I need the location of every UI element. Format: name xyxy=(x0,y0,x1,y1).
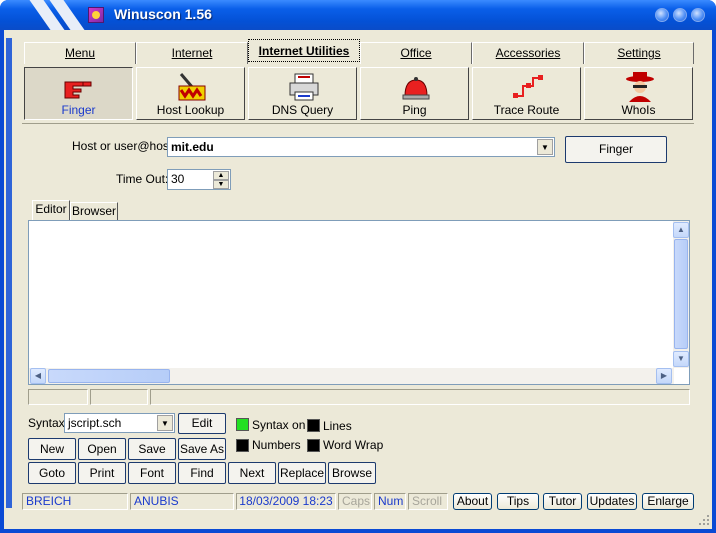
scroll-right-icon[interactable]: ▶ xyxy=(656,368,672,384)
stepper-up-icon[interactable]: ▲ xyxy=(213,171,229,180)
scroll-down-icon[interactable]: ▼ xyxy=(673,351,689,367)
window-frame-bottom xyxy=(0,529,716,533)
window-title: Winuscon 1.56 xyxy=(114,6,212,22)
tab-office[interactable]: Office xyxy=(360,42,472,64)
left-accent-strip xyxy=(6,494,12,508)
editor-status-pane xyxy=(28,389,88,405)
host-lookup-icon xyxy=(178,73,206,101)
vertical-scrollbar[interactable]: ▲ ▼ xyxy=(673,221,689,368)
window-frame-right xyxy=(712,30,716,533)
trace-route-tool-button[interactable]: Trace Route xyxy=(472,67,581,120)
about-button[interactable]: About xyxy=(453,493,492,510)
title-bar[interactable]: Winuscon 1.56 xyxy=(0,0,716,30)
numbers-label: Numbers xyxy=(252,438,301,452)
chevron-down-icon[interactable]: ▼ xyxy=(157,415,173,431)
maximize-button[interactable] xyxy=(673,8,687,22)
tab-internet[interactable]: Internet xyxy=(136,42,248,64)
tips-button[interactable]: Tips xyxy=(497,493,539,510)
host-value: mit.edu xyxy=(171,140,214,154)
tab-editor[interactable]: Editor xyxy=(32,200,70,220)
lines-checkbox[interactable] xyxy=(307,419,320,432)
tutor-button[interactable]: Tutor xyxy=(543,493,582,510)
detective-icon xyxy=(626,72,654,102)
find-button[interactable]: Find xyxy=(178,462,226,484)
save-button[interactable]: Save xyxy=(128,438,176,460)
syntax-combobox[interactable]: jscript.sch ▼ xyxy=(64,413,175,433)
enlarge-button[interactable]: Enlarge xyxy=(642,493,694,510)
dns-query-tool-button[interactable]: DNS Query xyxy=(248,67,357,120)
app-icon[interactable] xyxy=(88,7,104,23)
close-button[interactable] xyxy=(691,8,705,22)
ping-tool-button[interactable]: Ping xyxy=(360,67,469,120)
print-button[interactable]: Print xyxy=(78,462,126,484)
updates-button[interactable]: Updates xyxy=(587,493,637,510)
tool-label: Host Lookup xyxy=(156,103,225,117)
word-wrap-label: Word Wrap xyxy=(323,438,384,452)
scroll-thumb[interactable] xyxy=(674,239,688,349)
goto-button[interactable]: Goto xyxy=(28,462,76,484)
tab-menu[interactable]: Menu xyxy=(24,42,136,64)
finger-action-button[interactable]: Finger xyxy=(565,136,667,163)
tab-internet-utilities[interactable]: Internet Utilities xyxy=(248,39,360,62)
text-editor[interactable]: ▲ ▼ ◀ ▶ xyxy=(28,220,690,385)
tool-label: Trace Route xyxy=(493,103,560,117)
horizontal-scrollbar[interactable]: ◀ ▶ xyxy=(29,368,674,384)
replace-button[interactable]: Replace xyxy=(278,462,326,484)
host-lookup-tool-button[interactable]: Host Lookup xyxy=(136,67,245,120)
scroll-thumb[interactable] xyxy=(48,369,170,383)
status-scroll: Scroll xyxy=(408,493,448,510)
host-label: Host or user@host: xyxy=(72,139,176,153)
menu-tabs: Menu Internet Internet Utilities Office … xyxy=(22,39,694,64)
network-route-icon xyxy=(513,75,543,98)
finger-tool-button[interactable]: Finger xyxy=(24,67,133,120)
whois-tool-button[interactable]: WhoIs xyxy=(584,67,693,120)
next-button[interactable]: Next xyxy=(228,462,276,484)
stepper-down-icon[interactable]: ▼ xyxy=(213,180,229,189)
minimize-button[interactable] xyxy=(655,8,669,22)
edit-button[interactable]: Edit xyxy=(178,413,226,434)
status-bar: BREICH ANUBIS 18/03/2009 18:23 Caps Num … xyxy=(22,491,694,512)
syntax-on-checkbox[interactable] xyxy=(236,418,249,431)
browse-button[interactable]: Browse xyxy=(328,462,376,484)
tool-buttons: Finger Host Lookup DNS Query Ping Trace … xyxy=(24,67,694,120)
status-datetime: 18/03/2009 18:23 xyxy=(236,493,336,510)
scroll-left-icon[interactable]: ◀ xyxy=(30,368,46,384)
timeout-value: 30 xyxy=(171,172,185,186)
new-button[interactable]: New xyxy=(28,438,76,460)
save-as-button[interactable]: Save As xyxy=(178,438,226,460)
syntax-label: Syntax xyxy=(28,416,65,430)
tool-label: WhoIs xyxy=(621,103,656,117)
resize-grip-icon[interactable] xyxy=(698,514,710,526)
chevron-down-icon[interactable]: ▼ xyxy=(537,139,553,155)
timeout-stepper[interactable]: 30 ▲ ▼ xyxy=(167,169,231,190)
bell-icon xyxy=(402,77,430,100)
status-user: BREICH xyxy=(22,493,128,510)
status-num: Num xyxy=(374,493,406,510)
timeout-label: Time Out: xyxy=(116,172,169,186)
scroll-up-icon[interactable]: ▲ xyxy=(673,222,689,238)
status-caps: Caps xyxy=(338,493,372,510)
editor-status-pane xyxy=(150,389,690,405)
numbers-checkbox[interactable] xyxy=(236,439,249,452)
font-button[interactable]: Font xyxy=(128,462,176,484)
left-accent-strip xyxy=(6,38,12,494)
syntax-value: jscript.sch xyxy=(68,416,122,430)
printer-icon xyxy=(289,73,319,101)
lines-label: Lines xyxy=(323,419,352,433)
open-button[interactable]: Open xyxy=(78,438,126,460)
editor-status-pane xyxy=(90,389,148,405)
pointing-hand-icon xyxy=(64,81,92,99)
tab-accessories[interactable]: Accessories xyxy=(472,42,584,64)
divider xyxy=(22,123,694,124)
tool-label: Finger xyxy=(61,103,96,117)
tool-label: Ping xyxy=(402,103,427,117)
tab-settings[interactable]: Settings xyxy=(584,42,694,64)
tool-label: DNS Query xyxy=(271,103,334,117)
status-machine: ANUBIS xyxy=(130,493,234,510)
syntax-on-label: Syntax on xyxy=(252,418,306,432)
tab-browser[interactable]: Browser xyxy=(70,202,118,220)
word-wrap-checkbox[interactable] xyxy=(307,439,320,452)
host-combobox[interactable]: mit.edu ▼ xyxy=(167,137,555,157)
